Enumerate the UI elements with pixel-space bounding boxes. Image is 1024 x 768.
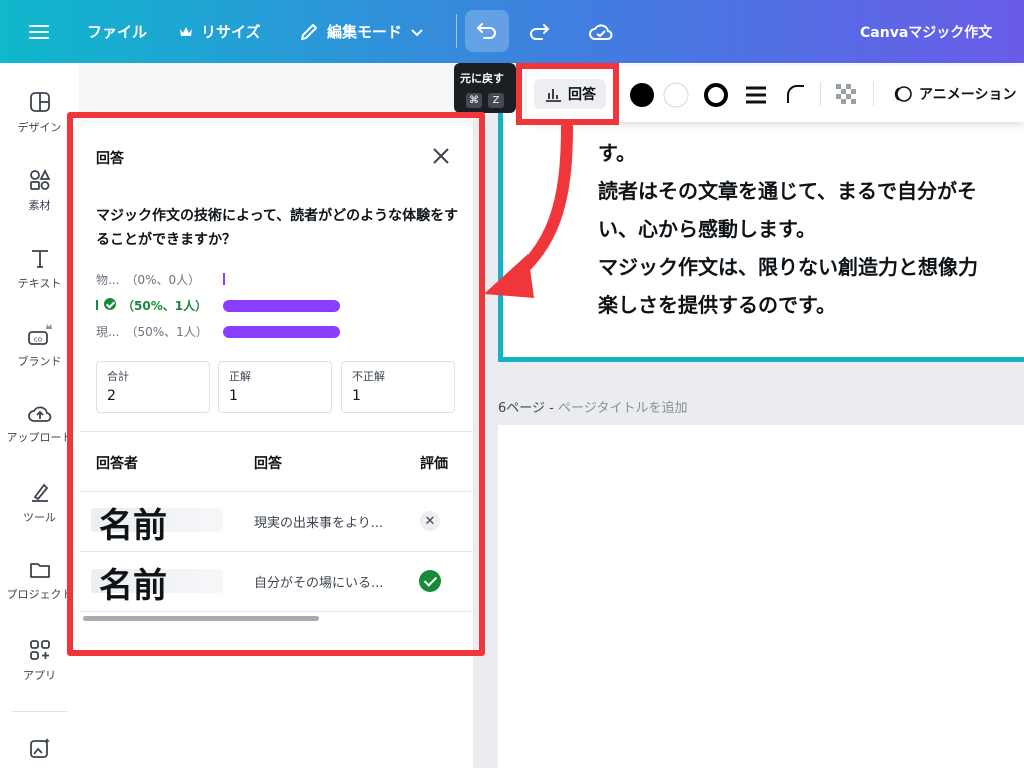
annotation-arrow xyxy=(484,121,573,298)
